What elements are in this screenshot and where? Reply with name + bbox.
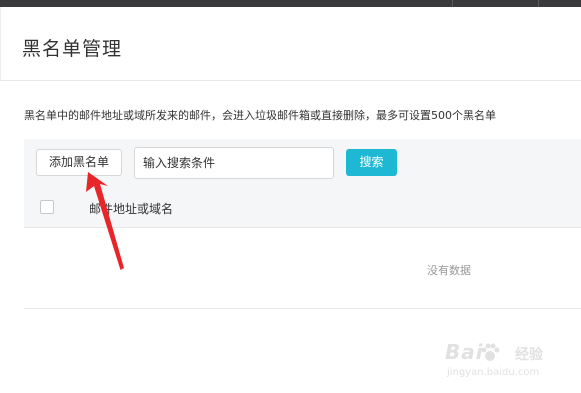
blacklist-description: 黑名单中的邮件地址或域所发来的邮件，会进入垃圾邮件箱或直接删除，最多可设置500… — [24, 109, 496, 122]
add-blacklist-button[interactable]: 添加黑名单 — [36, 149, 122, 176]
column-header-address: 邮件地址或域名 — [89, 202, 174, 216]
watermark-suffix: 经验 — [515, 347, 543, 363]
watermark-brand: Bai — [445, 340, 484, 364]
empty-state-text: 没有数据 — [427, 264, 471, 277]
page-header: 黑名单管理 — [0, 7, 581, 81]
search-button[interactable]: 搜索 — [346, 149, 397, 176]
select-all-checkbox[interactable] — [40, 200, 54, 214]
top-bar — [0, 0, 581, 7]
page-title: 黑名单管理 — [22, 38, 123, 60]
paw-icon — [481, 343, 500, 361]
toolbar: 添加黑名单 搜索 — [24, 139, 581, 187]
search-input[interactable] — [134, 147, 334, 179]
top-bar-divider — [452, 0, 453, 7]
table-header: 邮件地址或域名 — [24, 187, 581, 228]
table-divider — [24, 308, 581, 309]
watermark: Bai 经验 jingyan.baidu.com — [445, 340, 565, 384]
top-bar-divider — [538, 0, 539, 7]
watermark-url: jingyan.baidu.com — [447, 367, 540, 378]
